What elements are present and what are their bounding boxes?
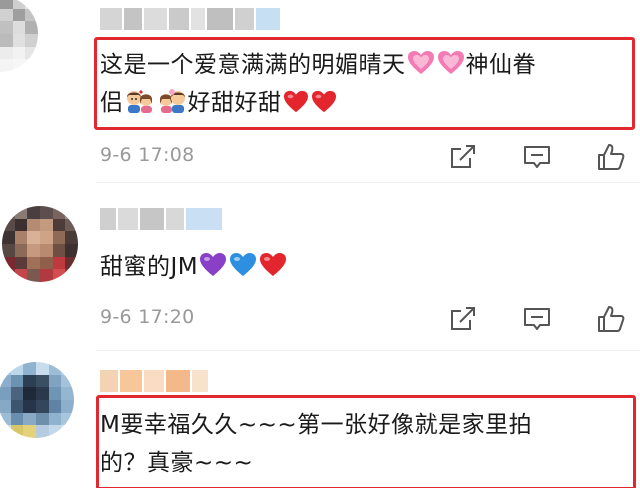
like-icon[interactable] bbox=[596, 142, 626, 172]
comment-text: 这是一个爱意满满的明媚晴天 神仙眷 侣好甜好甜 bbox=[100, 51, 536, 116]
red-heart-icon bbox=[283, 90, 308, 113]
share-icon[interactable] bbox=[448, 142, 478, 172]
comment-time: 9-6 17:08 bbox=[100, 144, 195, 166]
username-blurred[interactable] bbox=[100, 208, 228, 230]
username-blurred[interactable] bbox=[100, 370, 214, 392]
comment-item-2: 甜蜜的JM 9-6 17:20 bbox=[0, 184, 640, 344]
comment-time: 9-6 17:20 bbox=[100, 306, 195, 328]
comment-icon[interactable] bbox=[522, 304, 552, 334]
purple-heart-icon bbox=[200, 253, 227, 276]
couple-icon bbox=[159, 89, 185, 113]
like-icon[interactable] bbox=[596, 304, 626, 334]
comment-list: 这是一个爱意满满的明媚晴天 神仙眷 侣好甜好甜 9-6 17:08 甜蜜的JM 9… bbox=[0, 0, 640, 488]
avatar[interactable] bbox=[0, 0, 38, 72]
comment-actions bbox=[448, 304, 626, 334]
pink-heart-icon bbox=[407, 51, 434, 74]
pink-heart-icon bbox=[437, 51, 464, 74]
comment-icon[interactable] bbox=[522, 142, 552, 172]
red-heart-icon bbox=[311, 90, 336, 113]
username-blurred[interactable] bbox=[100, 8, 280, 30]
red-heart-icon bbox=[260, 253, 287, 276]
comment-text: 甜蜜的JM bbox=[100, 248, 288, 286]
avatar[interactable] bbox=[0, 362, 74, 438]
couple-icon bbox=[126, 90, 152, 113]
comment-item-3: M要幸福久久~~~第一张好像就是家里拍 的？真豪~~~ bbox=[0, 344, 640, 488]
avatar[interactable] bbox=[2, 206, 78, 282]
comment-text: M要幸福久久~~~第一张好像就是家里拍 的？真豪~~~ bbox=[100, 412, 533, 476]
share-icon[interactable] bbox=[448, 304, 478, 334]
comment-actions bbox=[448, 142, 626, 172]
blue-heart-icon bbox=[230, 253, 257, 276]
comment-item-1: 这是一个爱意满满的明媚晴天 神仙眷 侣好甜好甜 9-6 17:08 bbox=[0, 0, 640, 170]
divider bbox=[96, 182, 640, 183]
